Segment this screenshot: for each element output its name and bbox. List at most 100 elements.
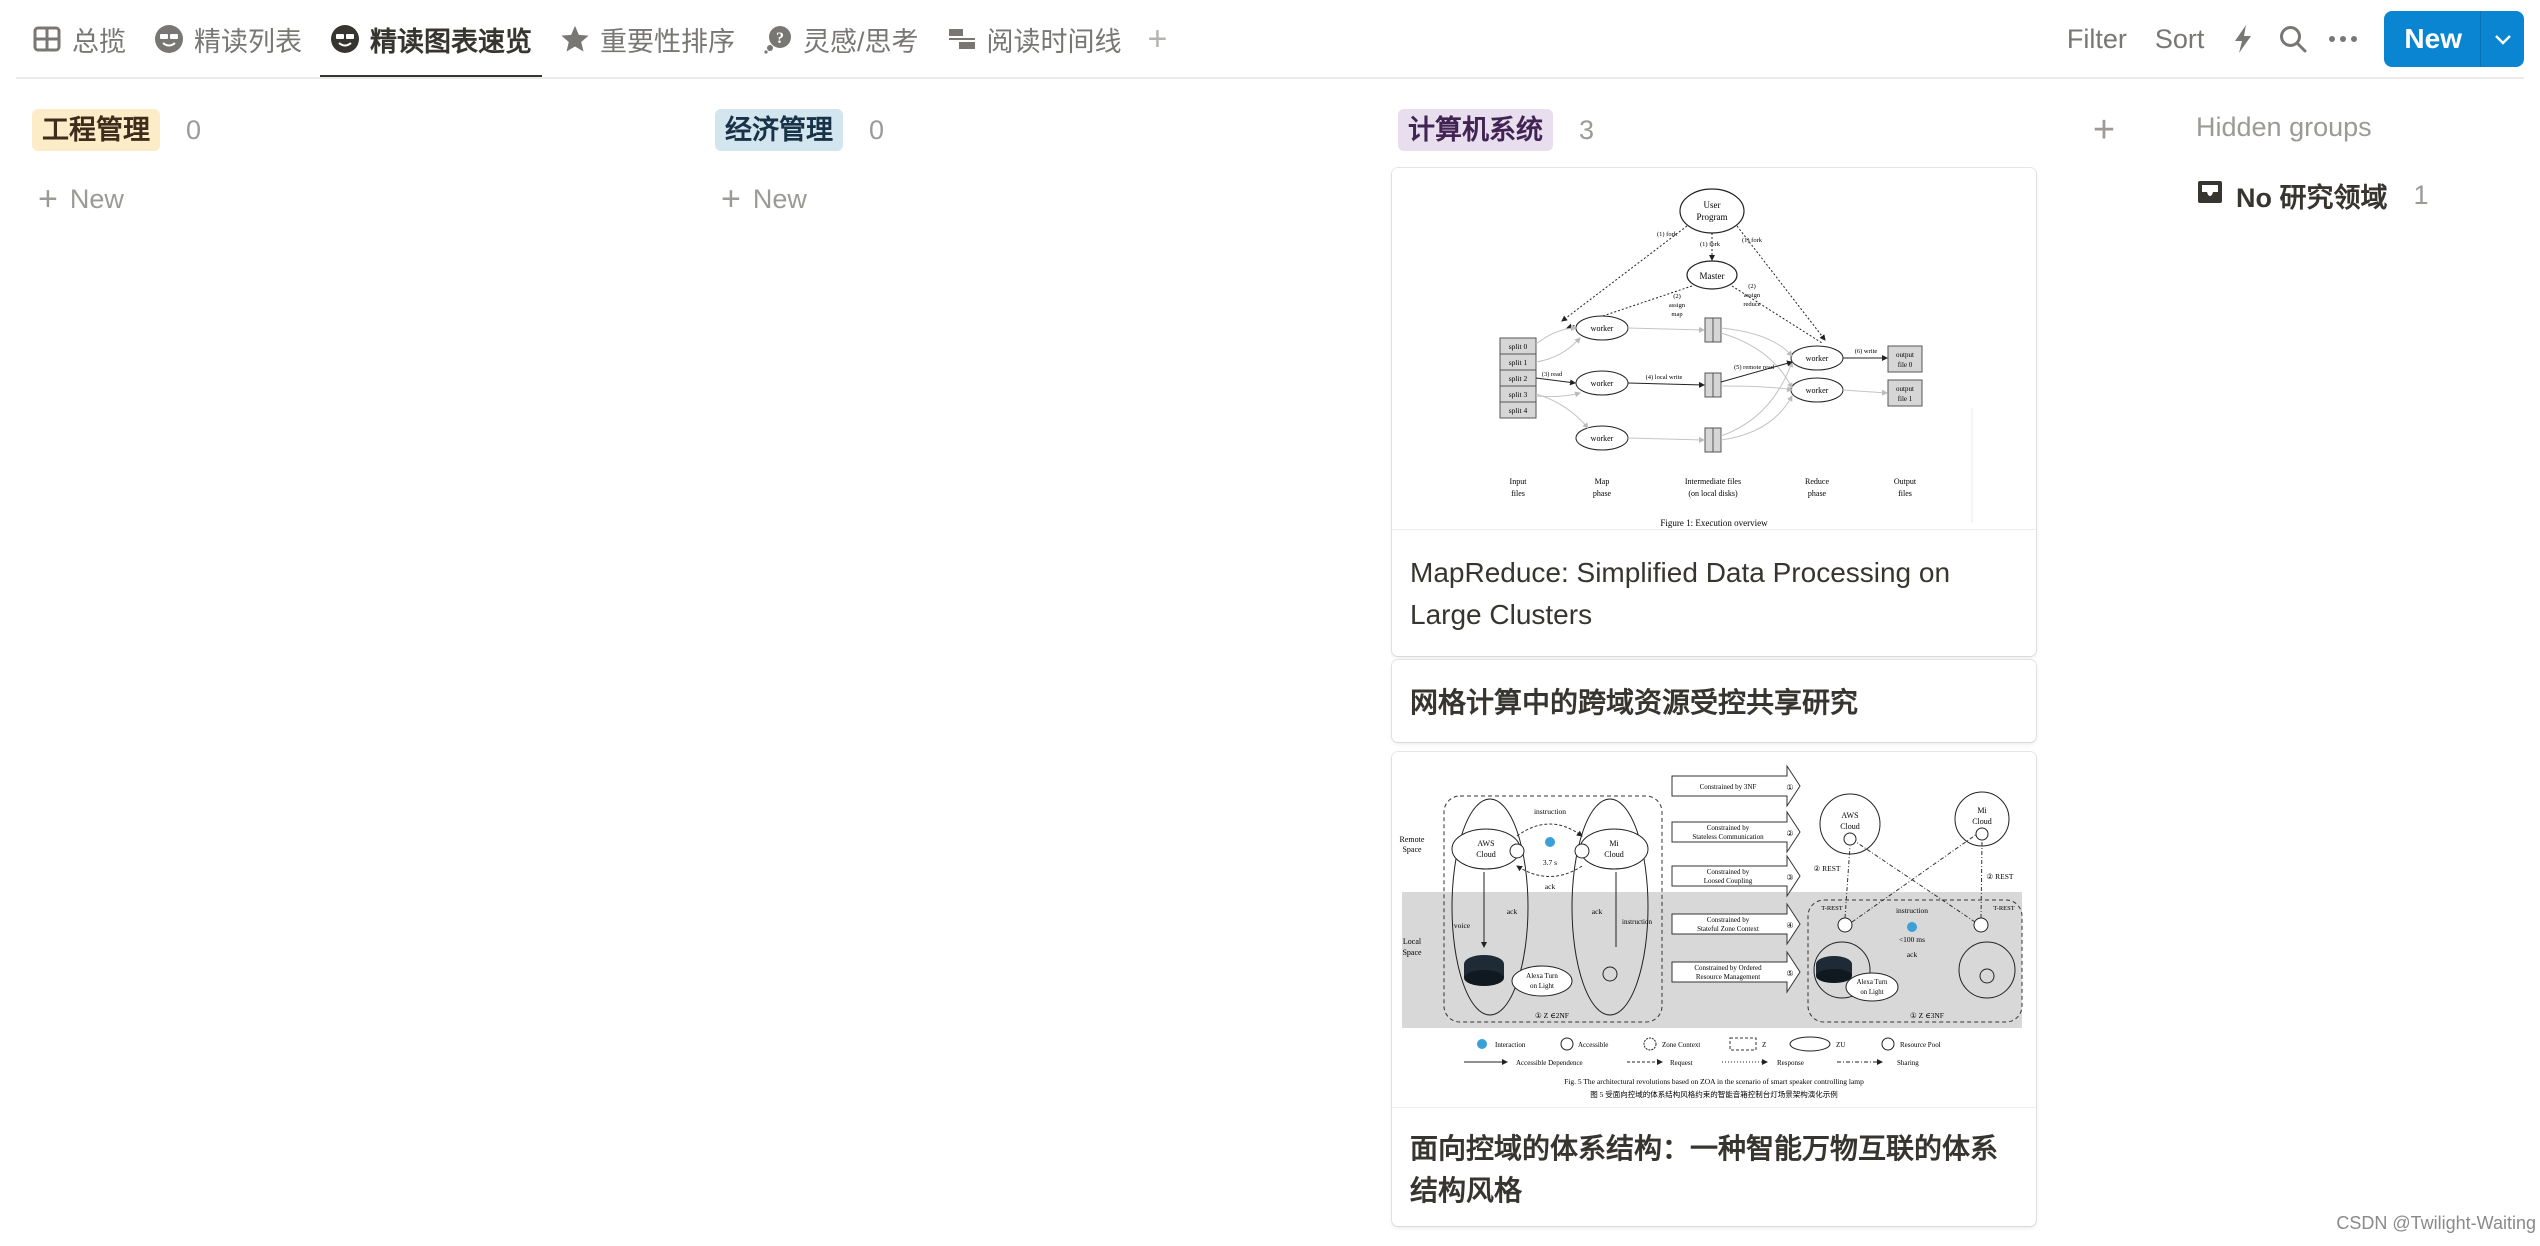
worker-label: worker: [1806, 386, 1829, 395]
diagram-label: Mi: [1977, 806, 1987, 815]
tab-figure-overview[interactable]: 精读图表速览: [316, 0, 546, 79]
diagram-label: instruction: [1534, 807, 1566, 816]
tab-label: 精读图表速览: [370, 26, 532, 57]
legend-label: Interaction: [1495, 1041, 1526, 1049]
group-header-computer-systems[interactable]: 计算机系统 3: [1398, 108, 1594, 152]
diagram-label: Alexa Turn: [1526, 972, 1558, 980]
figure-caption: Figure 1: Execution overview: [1660, 518, 1768, 528]
edge-label: (3) read: [1542, 371, 1563, 378]
diagram-label: instruction: [1896, 906, 1928, 915]
add-group-button[interactable]: +: [2084, 108, 2124, 152]
view-tabs: 总揽 精读列表 精读图表速览 重要性排序 ? 灵感/思考 阅读时间线 +: [18, 0, 1180, 79]
constraint-label: Constrained by: [1707, 824, 1750, 832]
group-tag: 工程管理: [32, 109, 160, 151]
more-options-button[interactable]: [2318, 14, 2368, 64]
constraint-number: ②: [1786, 829, 1793, 838]
figure-caption: Fig. 5 The architectural revolutions bas…: [1564, 1077, 1864, 1086]
diagram-label: AWS: [1841, 811, 1858, 820]
tab-reading-list[interactable]: 精读列表: [140, 0, 316, 78]
worker-label: worker: [1591, 324, 1614, 333]
phase-label: Input: [1510, 477, 1528, 486]
sort-button[interactable]: Sort: [2141, 24, 2219, 55]
phase-label: files: [1511, 489, 1525, 498]
zone-label: ① Z ∈2NF: [1535, 1011, 1569, 1020]
mapreduce-diagram: User Program Master (1) fork (1) fork (1…: [1499, 188, 1973, 528]
output-label: output: [1896, 385, 1914, 393]
phase-label: Output: [1894, 477, 1917, 486]
worker-label: worker: [1591, 434, 1614, 443]
card-mapreduce[interactable]: User Program Master (1) fork (1) fork (1…: [1392, 168, 2036, 656]
diagram-label: instruction: [1622, 918, 1652, 926]
zone-label: ① Z ∈3NF: [1910, 1011, 1944, 1020]
new-button[interactable]: New: [2384, 11, 2480, 67]
new-dropdown-button[interactable]: [2480, 11, 2524, 67]
card-zone-oriented-architecture[interactable]: Remote Space Local Space AWS Cloud Mi Cl…: [1392, 752, 2036, 1226]
tab-label: 重要性排序: [600, 26, 735, 57]
edge-label: assign: [1669, 302, 1686, 309]
diagram-label: T-REST: [1821, 905, 1842, 912]
edge-label: (4) local write: [1646, 374, 1683, 381]
card-grid-computing[interactable]: 网格计算中的跨域资源受控共享研究: [1392, 660, 2036, 742]
legend-label: Request: [1670, 1059, 1693, 1067]
diagram-label: Cloud: [1476, 850, 1496, 859]
add-new-card-button[interactable]: + New: [38, 180, 124, 219]
split-label: split 1: [1509, 358, 1528, 367]
constraint-label: Loosed Coupling: [1704, 877, 1753, 885]
constraint-number: ①: [1786, 783, 1793, 792]
tab-overview[interactable]: 总揽: [18, 0, 140, 78]
header-divider: [16, 77, 2524, 79]
legend-label: ZU: [1836, 1041, 1845, 1049]
diagram-label: on Light: [1860, 989, 1883, 996]
diagram-label: ② REST: [1814, 864, 1841, 873]
tab-reading-timeline[interactable]: 阅读时间线: [933, 0, 1136, 78]
constraint-number: ④: [1786, 921, 1793, 930]
constraint-label: Constrained by 3NF: [1700, 783, 1757, 791]
constraint-label: Constrained by: [1707, 868, 1750, 876]
group-count: 0: [186, 114, 202, 145]
diagram-label: ack: [1907, 950, 1918, 959]
diagram-label: Space: [1402, 948, 1422, 957]
hidden-group-item[interactable]: No 研究领域 1: [2196, 176, 2429, 215]
diagram-label: ack: [1545, 882, 1556, 891]
search-button[interactable]: [2268, 14, 2318, 64]
legend-label: Resource Pool: [1900, 1041, 1941, 1049]
constraint-label: Resource Management: [1696, 973, 1760, 981]
add-view-button[interactable]: +: [1136, 0, 1180, 78]
star-icon: [560, 24, 590, 54]
group-tag: 经济管理: [715, 109, 843, 151]
output-label: file 1: [1898, 395, 1913, 403]
search-icon: [2280, 26, 2307, 53]
add-new-label: New: [752, 184, 807, 214]
group-header-engineering-management[interactable]: 工程管理 0: [32, 108, 201, 152]
chevron-down-icon: [2494, 35, 2511, 45]
constraint-label: Stateless Communication: [1692, 833, 1764, 841]
timeline-icon: [947, 24, 977, 54]
constraint-label: Constrained by: [1707, 916, 1750, 924]
constraint-number: ⑤: [1786, 969, 1793, 978]
phase-label: Intermediate files: [1685, 477, 1741, 486]
edge-label: (1) fork: [1742, 237, 1763, 244]
diagram-label: Mi: [1609, 839, 1619, 848]
tab-ideas[interactable]: ? 灵感/思考: [749, 0, 933, 78]
edge-label: assign: [1744, 292, 1761, 299]
legend-label: Sharing: [1897, 1059, 1919, 1067]
worker-label: worker: [1806, 354, 1829, 363]
group-count: 3: [1579, 114, 1595, 145]
tab-label: 总揽: [72, 26, 126, 57]
output-label: output: [1896, 351, 1914, 359]
automation-button[interactable]: [2218, 14, 2268, 64]
phase-label: phase: [1808, 489, 1827, 498]
diagram-label: T-REST: [1993, 905, 2014, 912]
diagram-legend: Interaction Accessible Zone Context Z ZU…: [1464, 1036, 1941, 1067]
filter-button[interactable]: Filter: [2053, 24, 2141, 55]
phase-label: Map: [1595, 477, 1610, 486]
legend-label: Accessible Dependence: [1516, 1059, 1583, 1067]
plus-icon: +: [38, 180, 58, 218]
plus-icon: +: [721, 180, 741, 218]
add-new-card-button[interactable]: + New: [721, 180, 807, 219]
constraint-label: Stateful Zone Context: [1697, 925, 1759, 933]
latency-label: 3.7 s: [1543, 858, 1557, 867]
group-header-economic-management[interactable]: 经济管理 0: [715, 108, 884, 152]
tab-importance-sort[interactable]: 重要性排序: [546, 0, 749, 78]
diagram-label: AWS: [1477, 839, 1494, 848]
